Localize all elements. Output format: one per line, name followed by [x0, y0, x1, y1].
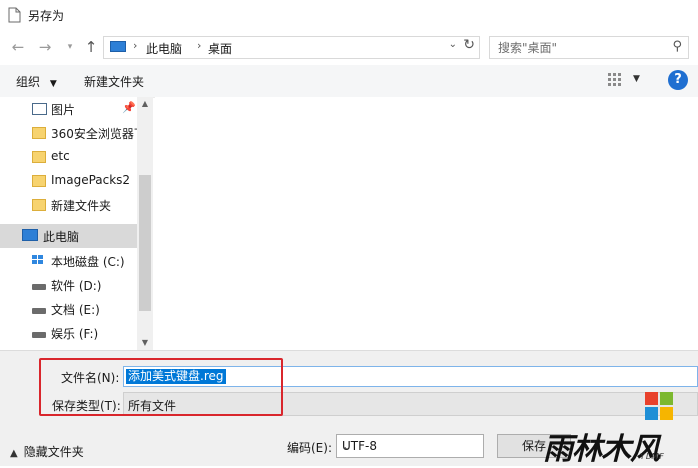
- folder-icon: [32, 199, 46, 211]
- drive-icon: [32, 308, 46, 314]
- view-dropdown-icon[interactable]: ▼: [633, 74, 640, 84]
- drive-icon: [32, 284, 46, 290]
- this-pc-icon: [22, 229, 38, 241]
- forward-arrow-icon[interactable]: →: [36, 38, 54, 56]
- encoding-select[interactable]: UTF-8 ⌄: [336, 434, 484, 458]
- sidebar-item-label: 此电脑: [43, 230, 80, 244]
- scrollbar-thumb[interactable]: [139, 175, 151, 311]
- encoding-label: 编码(E):: [287, 441, 332, 455]
- sidebar-item-imagepacks2[interactable]: ImagePacks2: [0, 169, 137, 193]
- hide-folders-button[interactable]: ▲ 隐藏文件夹: [10, 443, 84, 460]
- sidebar-item-drive-d[interactable]: 软件 (D:): [0, 273, 137, 297]
- this-pc-icon: [110, 41, 126, 52]
- sidebar-item-new-folder[interactable]: 新建文件夹: [0, 193, 137, 217]
- search-icon[interactable]: ⚲: [672, 39, 682, 54]
- sidebar-item-this-pc[interactable]: 此电脑: [0, 224, 137, 248]
- pictures-icon: [32, 103, 47, 115]
- organize-label: 组织: [16, 75, 41, 89]
- chevron-up-icon: ▲: [10, 448, 18, 459]
- folder-icon: [32, 127, 46, 139]
- windows-drive-icon: [32, 255, 46, 267]
- chevron-down-icon: ⌄: [342, 439, 353, 453]
- address-history-dropdown-icon[interactable]: ⌄: [449, 39, 457, 50]
- navigation-pane: 图片 📌 360安全浏览器下载 etc ImagePacks2 新建文件夹 此电…: [0, 97, 153, 350]
- hide-folders-label: 隐藏文件夹: [23, 445, 84, 459]
- address-bar[interactable]: › 此电脑 › 桌面 ⌄ ↻: [103, 36, 480, 59]
- watermark-logo: [645, 392, 673, 420]
- sidebar-item-drive-e[interactable]: 文档 (E:): [0, 297, 137, 321]
- sidebar-item-label: ImagePacks2: [51, 173, 131, 187]
- breadcrumb-desktop[interactable]: 桌面: [208, 40, 232, 57]
- breadcrumb-separator-icon: ›: [197, 39, 202, 52]
- search-box[interactable]: ⚲: [489, 36, 689, 59]
- title-bar: 另存为: [0, 0, 698, 30]
- search-input[interactable]: [496, 39, 660, 57]
- sidebar-item-etc[interactable]: etc: [0, 145, 137, 169]
- scroll-up-icon[interactable]: ▲: [137, 99, 153, 108]
- command-toolbar: 组织 ▼ 新建文件夹 ▼ ?: [0, 65, 698, 98]
- file-list-area[interactable]: [155, 97, 698, 350]
- view-options-icon[interactable]: [607, 72, 623, 88]
- scroll-down-icon[interactable]: ▼: [137, 338, 153, 347]
- sidebar-item-label: 娱乐 (F:): [51, 327, 99, 341]
- watermark-subtext: YLMF: [640, 452, 665, 461]
- navigation-scrollbar[interactable]: ▲ ▼: [137, 97, 153, 350]
- sidebar-item-label: etc: [51, 149, 70, 163]
- sidebar-item-label: 文档 (E:): [51, 303, 100, 317]
- organize-menu[interactable]: 组织 ▼: [16, 73, 57, 90]
- document-icon: [8, 7, 21, 23]
- up-arrow-icon[interactable]: ↑: [82, 38, 100, 56]
- folder-icon: [32, 175, 46, 187]
- help-icon[interactable]: ?: [668, 70, 688, 90]
- sidebar-item-label: 新建文件夹: [51, 199, 112, 213]
- pin-icon: 📌: [122, 101, 136, 114]
- sidebar-item-pictures[interactable]: 图片 📌: [0, 97, 137, 121]
- sidebar-item-label: 软件 (D:): [51, 279, 102, 293]
- highlight-annotation-box: [39, 358, 283, 416]
- drive-icon: [32, 332, 46, 338]
- chevron-down-icon: ▼: [49, 79, 57, 89]
- folder-icon: [32, 151, 46, 163]
- sidebar-item-label: 本地磁盘 (C:): [51, 255, 125, 269]
- chevron-down-icon[interactable]: ▾: [61, 38, 79, 56]
- back-arrow-icon[interactable]: ←: [9, 38, 27, 56]
- new-folder-button[interactable]: 新建文件夹: [84, 73, 144, 90]
- sidebar-item-label: 图片: [51, 103, 76, 117]
- sidebar-item-360-downloads[interactable]: 360安全浏览器下载: [0, 121, 153, 145]
- window-title: 另存为: [28, 9, 65, 23]
- sidebar-item-drive-c[interactable]: 本地磁盘 (C:): [0, 249, 137, 273]
- refresh-icon[interactable]: ↻: [463, 37, 475, 53]
- breadcrumb-this-pc[interactable]: 此电脑: [146, 40, 182, 57]
- sidebar-item-drive-f[interactable]: 娱乐 (F:): [0, 321, 137, 345]
- watermark-text: 雨林木风: [543, 432, 660, 467]
- breadcrumb-separator-icon: ›: [133, 39, 138, 52]
